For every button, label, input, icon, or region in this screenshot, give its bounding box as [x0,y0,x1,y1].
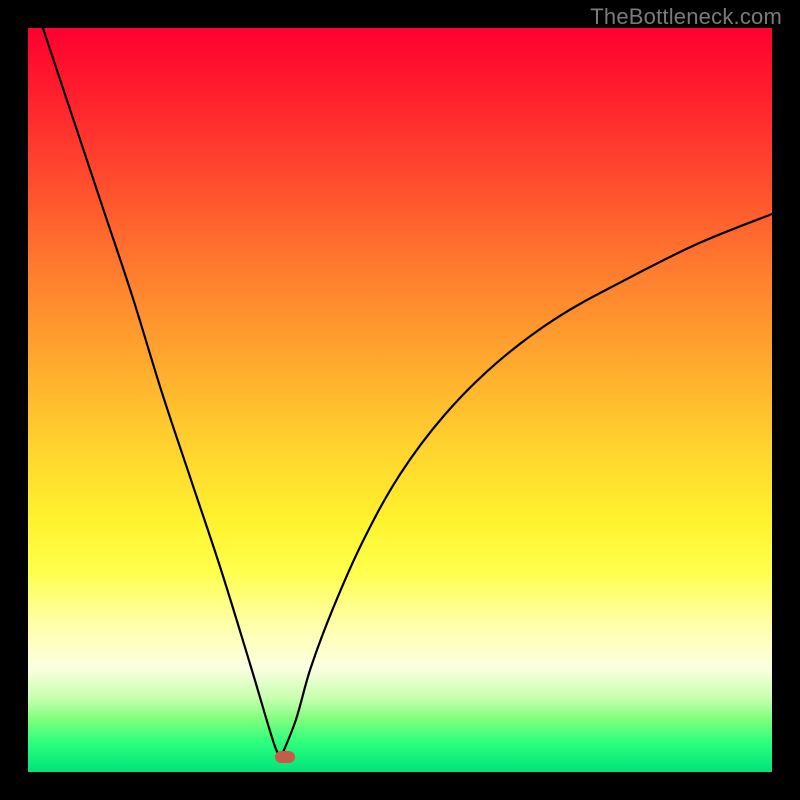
curve-right-branch [281,214,772,757]
plot-area [28,28,772,772]
curve-left-branch [43,28,281,757]
watermark-text: TheBottleneck.com [590,4,782,30]
valley-marker [275,751,295,763]
bottleneck-curve [28,28,772,772]
chart-frame: TheBottleneck.com [0,0,800,800]
